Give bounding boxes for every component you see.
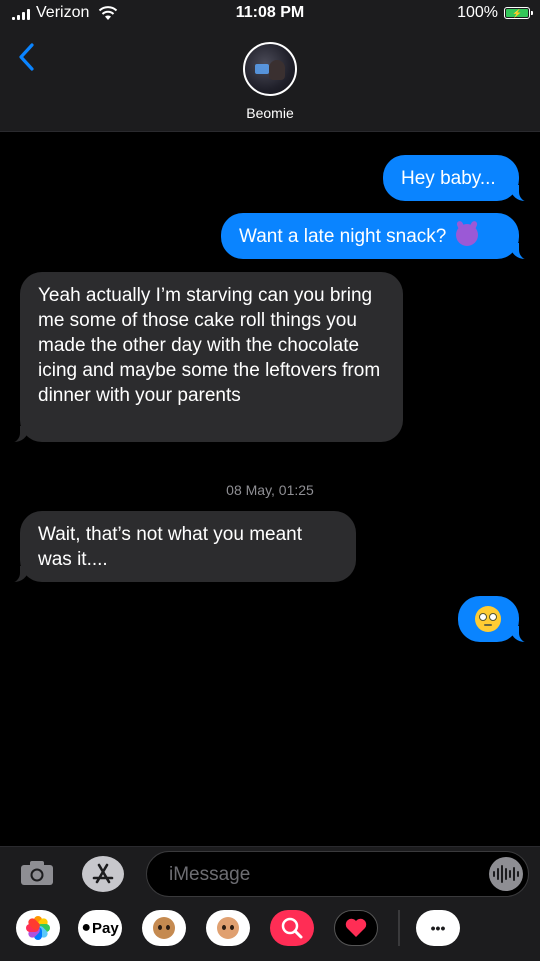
message-text: Wait, that’s not what you meant was it..…: [38, 524, 303, 570]
apple-pay-button[interactable]: ● Pay: [78, 910, 122, 946]
memoji-stickers-icon[interactable]: [206, 910, 250, 946]
back-chevron-icon[interactable]: [16, 42, 38, 72]
imessage-input[interactable]: [167, 852, 471, 898]
audio-message-icon[interactable]: [489, 857, 523, 891]
message-text: Yeah actually I’m starving can you bring…: [38, 285, 381, 406]
tray-divider: [398, 910, 400, 946]
conversation-header: Verizon 11:08 PM 100% ⚡ Beomie: [0, 0, 540, 132]
message-timestamp: 08 May, 01:25: [226, 482, 314, 498]
battery-percentage: 100%: [457, 4, 498, 21]
smiling-devil-emoji: [455, 224, 478, 246]
animoji-monkey-icon[interactable]: [142, 910, 186, 946]
more-apps-button[interactable]: •••: [416, 910, 460, 946]
apple-pay-label: Pay: [91, 919, 119, 937]
message-bubble-incoming[interactable]: Wait, that’s not what you meant was it..…: [10, 511, 356, 583]
battery-charging-icon: ⚡: [504, 7, 533, 19]
status-bar: Verizon 11:08 PM 100% ⚡: [0, 0, 540, 28]
app-store-icon[interactable]: [82, 856, 124, 892]
apple-logo-icon: ●: [81, 919, 91, 936]
camera-icon[interactable]: [20, 860, 54, 886]
message-bubble-outgoing[interactable]: Want a late night snack?: [221, 213, 529, 260]
photos-app-icon[interactable]: [16, 910, 60, 946]
digital-touch-heart-icon[interactable]: [334, 910, 378, 946]
message-input-container: [146, 851, 529, 898]
message-text: Hey baby...: [401, 168, 496, 189]
eye-roll-emoji: [475, 606, 501, 632]
web-images-search-icon[interactable]: [270, 910, 314, 946]
message-bubble-outgoing[interactable]: [458, 596, 529, 643]
contact-avatar[interactable]: [243, 42, 297, 96]
app-drawer: ● Pay •••: [0, 910, 540, 954]
contact-name[interactable]: Beomie: [0, 105, 540, 121]
message-text: Want a late night snack?: [239, 226, 447, 247]
message-bubble-incoming[interactable]: Yeah actually I’m starving can you bring…: [10, 272, 403, 443]
message-bubble-outgoing[interactable]: Hey baby...: [383, 155, 529, 202]
